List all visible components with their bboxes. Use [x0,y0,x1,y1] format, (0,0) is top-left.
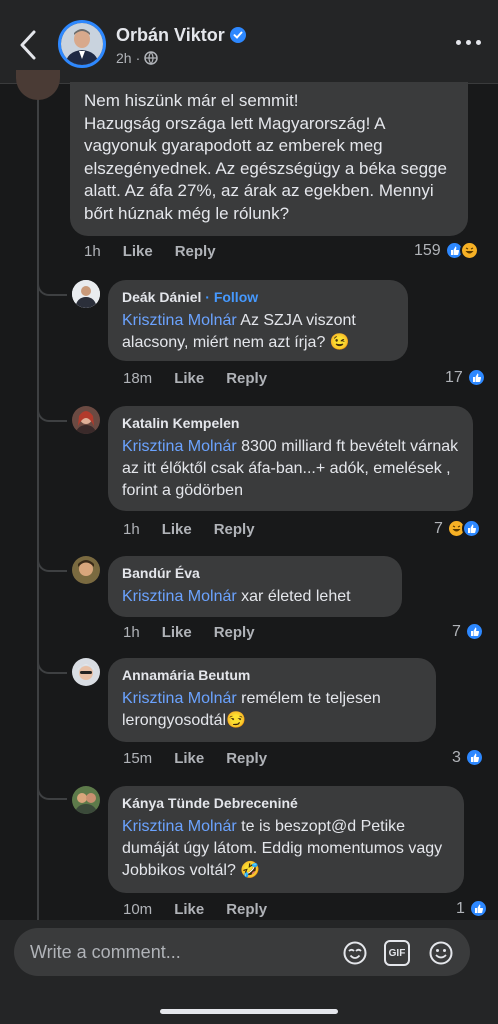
thread-branch [37,660,67,674]
reply-actions: 10m Like Reply [123,901,289,918]
reply-actions: 1h Like Reply [123,521,277,538]
reply-author-name[interactable]: Bandúr Éva [122,565,388,581]
reply-time: 1h [123,521,140,538]
reply-author: Deák Dániel · Follow [122,289,394,305]
like-button[interactable]: Like [162,521,192,538]
comment-time: 1h [84,243,101,260]
mention-link[interactable]: Krisztina Molnár [122,312,237,329]
reaction-summary[interactable]: 7 [452,622,484,641]
reply-avatar[interactable] [72,658,100,686]
chevron-left-icon[interactable] [14,28,42,62]
like-reaction-icon [466,368,486,387]
reply-bubble: Bandúr Éva Krisztina Molnár xar életed l… [108,556,402,617]
reaction-count: 3 [452,748,461,766]
mention-link[interactable]: Krisztina Molnár [122,818,237,835]
reply-text: Krisztina Molnár xar életed lehet [122,586,388,608]
reply-button[interactable]: Reply [214,624,255,641]
like-button[interactable]: Like [174,750,204,767]
reply-avatar[interactable] [72,786,100,814]
author-name[interactable]: Orbán Viktor [116,25,225,46]
reaction-summary[interactable]: 3 [452,748,484,767]
reply-button[interactable]: Reply [214,521,255,538]
reaction-count: 159 [414,241,441,259]
reaction-count: 17 [445,368,463,386]
like-button[interactable]: Like [162,624,192,641]
mention-link[interactable]: Krisztina Molnár [122,690,237,707]
thread-branch [37,282,67,296]
reply-author-name[interactable]: Katalin Kempelen [122,415,459,431]
thread-branch [37,786,67,800]
reply-text: Krisztina Molnár Az SZJA viszont alacson… [122,310,394,354]
thread-branch [37,558,67,572]
reply-text: Krisztina Molnár te is beszopt@d Petike … [122,816,450,882]
like-reaction-icon [464,748,484,767]
mention-link[interactable]: Krisztina Molnár [122,588,237,605]
like-reaction-icon [468,899,488,918]
reply-button[interactable]: Reply [226,370,267,387]
reply-avatar[interactable] [72,406,100,434]
like-reaction-icon [464,622,484,641]
commenter-avatar[interactable] [16,70,60,100]
follow-button[interactable]: · Follow [205,289,258,305]
reply-author-name[interactable]: Kánya Tünde Debreceniné [122,795,450,811]
like-button[interactable]: Like [174,901,204,918]
post-header: Orbán Viktor 2h · [0,0,498,84]
comment-input[interactable]: Write a comment... GIF [14,928,470,976]
reaction-summary[interactable]: 17 [445,368,486,387]
reaction-count: 7 [434,519,443,537]
reply-time: 10m [123,901,153,918]
like-button[interactable]: Like [174,370,204,387]
reply-actions: 18m Like Reply [123,370,289,387]
home-indicator [160,1009,338,1014]
reply-button[interactable]: Reply [226,901,267,918]
comment-actions: 1h Like Reply [84,243,238,260]
reaction-count: 1 [456,899,465,917]
reply-author-name[interactable]: Annamária Beutum [122,667,422,683]
mention-link[interactable]: Krisztina Molnár [122,438,237,455]
reply-bubble: Annamária Beutum Krisztina Molnár reméle… [108,658,436,742]
author-avatar[interactable] [58,20,106,68]
thread-branch [37,408,67,422]
reply-avatar[interactable] [72,280,100,308]
reply-button[interactable]: Reply [226,750,267,767]
reply-text: Krisztina Molnár 8300 milliard ft bevéte… [122,436,459,502]
like-button[interactable]: Like [123,243,153,260]
reply-button[interactable]: Reply [175,243,216,260]
emoji-icon[interactable] [428,940,454,966]
haha-reaction-icon [459,241,479,260]
reaction-summary[interactable]: 1 [456,899,488,918]
reply-avatar[interactable] [72,556,100,584]
reply-bubble: Deák Dániel · Follow Krisztina Molnár Az… [108,280,408,361]
more-horizontal-icon[interactable] [456,40,482,48]
reaction-count: 7 [452,622,461,640]
globe-icon [144,51,158,65]
post-meta: 2h · [116,50,158,66]
comment-text: Nem hiszünk már el semmit! Hazugság orsz… [84,91,447,223]
reply-actions: 1h Like Reply [123,624,277,641]
like-reaction-icon [461,519,481,538]
reply-actions: 15m Like Reply [123,750,289,767]
verified-badge-icon [230,27,246,43]
reply-bubble: Kánya Tünde Debreceniné Krisztina Molnár… [108,786,464,893]
reply-time: 18m [123,370,153,387]
reply-bubble: Katalin Kempelen Krisztina Molnár 8300 m… [108,406,473,511]
reply-time: 15m [123,750,153,767]
reply-body: xar életed lehet [236,588,351,605]
dot-separator: · [135,50,141,66]
reaction-summary[interactable]: 7 [434,519,481,538]
avatar-sticker-icon[interactable] [342,940,368,966]
reply-time: 1h [123,624,140,641]
post-time: 2h [116,50,132,66]
reaction-summary[interactable]: 159 [414,241,479,260]
reply-author-name[interactable]: Deák Dániel [122,289,201,305]
reply-text: Krisztina Molnár remélem te teljesen ler… [122,688,422,732]
gif-icon[interactable]: GIF [384,940,410,966]
comment-placeholder: Write a comment... [30,942,181,962]
main-comment-bubble: Nem hiszünk már el semmit! Hazugság orsz… [70,82,468,236]
